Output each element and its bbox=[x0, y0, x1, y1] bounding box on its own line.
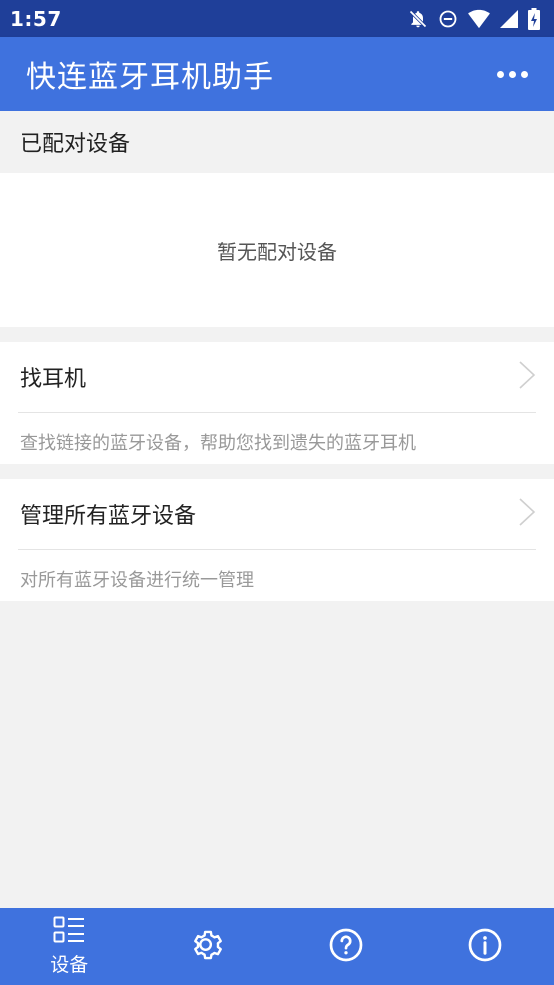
manage-devices-card[interactable]: 管理所有蓝牙设备 对所有蓝牙设备进行统一管理 bbox=[0, 479, 554, 601]
card-title: 找耳机 bbox=[20, 367, 87, 392]
tab-devices-label: 设备 bbox=[50, 954, 89, 976]
card-title: 管理所有蓝牙设备 bbox=[20, 504, 197, 529]
find-earphones-row[interactable]: 找耳机 bbox=[0, 342, 554, 412]
info-icon bbox=[467, 927, 503, 967]
settings-icon bbox=[190, 927, 226, 967]
tab-info[interactable] bbox=[416, 908, 554, 985]
card-description: 对所有蓝牙设备进行统一管理 bbox=[20, 570, 254, 591]
device-list-icon bbox=[53, 916, 85, 948]
more-horizontal-icon[interactable] bbox=[497, 65, 528, 84]
help-icon bbox=[328, 927, 364, 967]
paired-devices-empty: 暂无配对设备 bbox=[0, 173, 554, 327]
bottom-navigation: 设备 bbox=[0, 908, 554, 985]
do-not-disturb-icon bbox=[438, 9, 458, 29]
status-time: 1:57 bbox=[10, 6, 62, 31]
manage-devices-row[interactable]: 管理所有蓝牙设备 bbox=[0, 479, 554, 549]
tab-devices[interactable]: 设备 bbox=[0, 908, 139, 985]
find-earphones-card[interactable]: 找耳机 查找链接的蓝牙设备，帮助您找到遗失的蓝牙耳机 bbox=[0, 342, 554, 464]
status-icons bbox=[408, 7, 540, 30]
signal-icon bbox=[500, 9, 518, 29]
tab-help[interactable] bbox=[277, 908, 416, 985]
battery-charging-icon bbox=[528, 7, 540, 30]
wifi-icon bbox=[468, 9, 490, 29]
app-title: 快连蓝牙耳机助手 bbox=[26, 60, 274, 95]
empty-state-text: 暂无配对设备 bbox=[217, 239, 337, 264]
chevron-right-icon bbox=[518, 497, 536, 531]
status-bar: 1:57 bbox=[0, 0, 554, 37]
paired-devices-header: 已配对设备 bbox=[0, 111, 554, 173]
app-bar: 快连蓝牙耳机助手 bbox=[0, 37, 554, 111]
tab-settings[interactable] bbox=[139, 908, 278, 985]
card-description: 查找链接的蓝牙设备，帮助您找到遗失的蓝牙耳机 bbox=[20, 433, 416, 454]
notifications-off-icon bbox=[408, 9, 428, 29]
chevron-right-icon bbox=[518, 360, 536, 394]
